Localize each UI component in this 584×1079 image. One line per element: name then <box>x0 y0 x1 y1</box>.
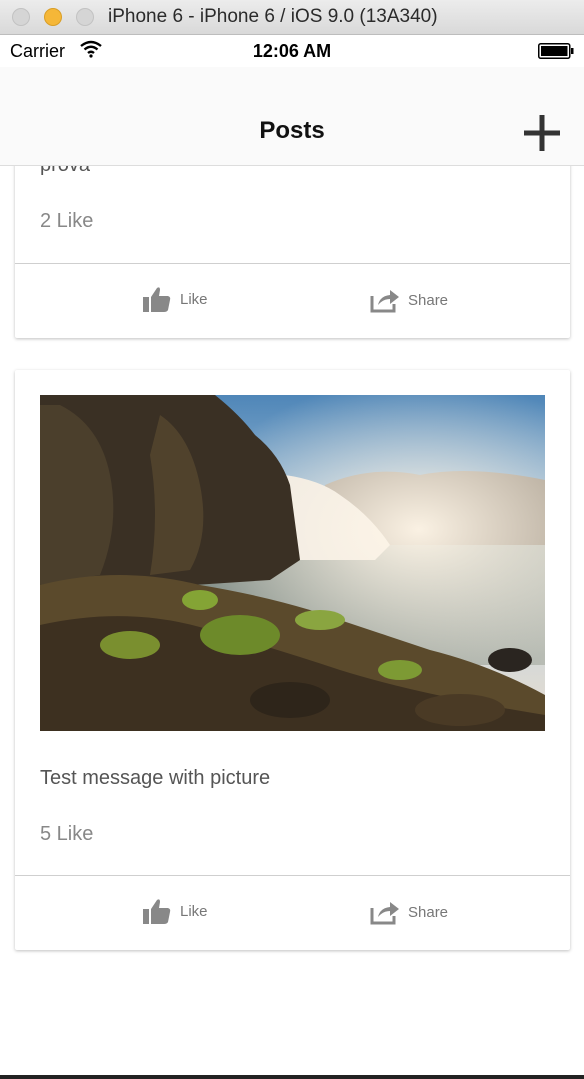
window-title: iPhone 6 - iPhone 6 / iOS 9.0 (13A340) <box>108 6 438 27</box>
minimize-window-button[interactable] <box>44 8 62 26</box>
ios-status-bar: Carrier 12:06 AM <box>0 35 584 67</box>
post-card: prova 2 Like Like Share <box>15 140 570 338</box>
share-arrow-icon <box>370 902 399 925</box>
plus-icon[interactable] <box>520 111 564 155</box>
battery-icon <box>538 43 574 59</box>
page-title: Posts <box>259 117 325 144</box>
post-message: Test message with picture <box>40 767 271 789</box>
waterfall-landscape-photo <box>40 395 545 731</box>
share-label: Share <box>408 291 449 309</box>
status-time: 12:06 AM <box>252 41 332 61</box>
thumbs-up-icon <box>143 899 171 924</box>
zoom-window-button[interactable] <box>76 8 94 26</box>
post-like-count: 2 Like <box>40 210 94 232</box>
share-label: Share <box>408 903 449 921</box>
share-button[interactable]: Share <box>370 899 448 925</box>
simulator-title-bar[interactable]: iPhone 6 - iPhone 6 / iOS 9.0 (13A340) <box>0 0 584 35</box>
like-label: Like <box>180 290 208 308</box>
window-bottom-edge <box>0 1075 584 1079</box>
navigation-bar: Posts <box>0 67 584 166</box>
post-card: Test message with picture 5 Like Like Sh… <box>15 370 570 950</box>
card-divider <box>15 875 570 876</box>
post-image[interactable] <box>40 395 545 731</box>
like-button[interactable]: Like <box>142 285 208 313</box>
thumbs-up-icon <box>143 287 171 312</box>
share-arrow-icon <box>370 290 399 313</box>
close-window-button[interactable] <box>12 8 30 26</box>
share-button[interactable]: Share <box>370 287 448 313</box>
like-button[interactable]: Like <box>142 897 208 925</box>
card-divider <box>15 263 570 264</box>
post-like-count: 5 Like <box>40 823 94 845</box>
like-label: Like <box>180 902 208 920</box>
